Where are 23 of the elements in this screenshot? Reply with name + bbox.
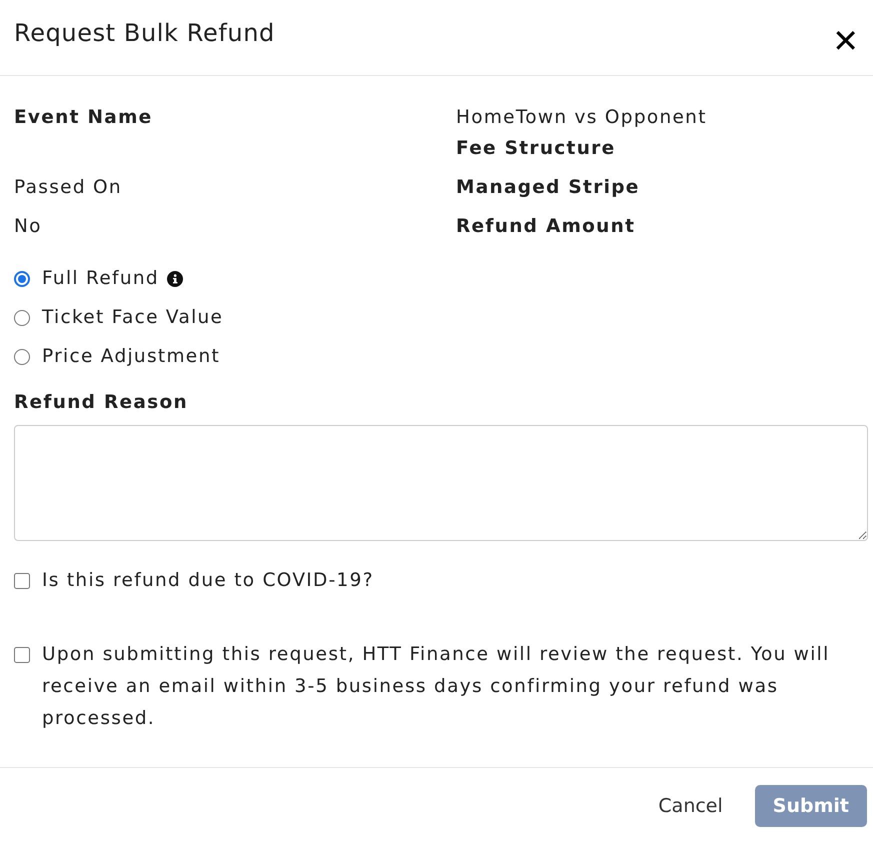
checkbox[interactable]: [14, 647, 30, 663]
field-label: Refund Reason: [14, 391, 189, 415]
detail-text: Event Name: [14, 106, 154, 130]
close-button[interactable]: ✕: [826, 22, 865, 60]
radio-button[interactable]: [14, 271, 30, 287]
detail-text: Refund Amount: [456, 215, 636, 239]
detail-text: No: [14, 215, 43, 239]
dialog-title: Request Bulk Refund: [14, 18, 275, 46]
radio-button[interactable]: [14, 310, 30, 326]
detail-text: Fee Structure: [456, 137, 616, 161]
cancel-button[interactable]: Cancel: [640, 784, 741, 826]
info-icon: [166, 271, 183, 287]
detail-text: Passed On: [14, 176, 123, 200]
checkbox-label: Is this refund due to COVID-19?: [42, 569, 374, 593]
option-label: Full Refund: [42, 267, 159, 291]
checkbox[interactable]: [14, 573, 30, 589]
option-label: Price Adjustment: [42, 345, 220, 369]
detail-text: Managed Stripe: [456, 176, 641, 200]
detail-text: HomeTown vs Opponent: [456, 106, 708, 130]
option-label: Ticket Face Value: [42, 306, 224, 330]
checkbox-label: Upon submitting this request, HTT Finance will review the request. You will receive an email within 3-5 business days confirming your refund was processed.: [42, 643, 831, 731]
reason-field[interactable]: [14, 425, 868, 541]
radio-button[interactable]: [14, 349, 30, 365]
